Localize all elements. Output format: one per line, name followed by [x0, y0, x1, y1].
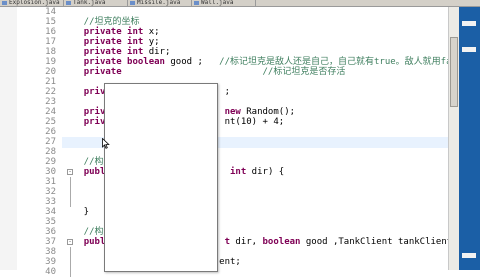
code-text: dir,: [230, 237, 263, 247]
code-line: private //标记坦克是否存活: [62, 67, 346, 77]
code-keyword: private int: [83, 27, 144, 37]
line-number: 33: [45, 197, 56, 207]
code-text: y;: [143, 37, 160, 47]
tab-2[interactable]: Tank.java: [64, 0, 128, 6]
line-number: 35: [45, 217, 56, 227]
line-number: 19: [45, 57, 56, 67]
code-text: dir) {: [246, 167, 285, 177]
line-number: 20: [45, 67, 56, 77]
tab-1[interactable]: Explosion.java: [0, 0, 64, 6]
mouse-pointer-icon: [102, 138, 110, 149]
code-text: good ,TankClient tankClient) {: [305, 237, 448, 247]
editor-tab-bar: Explosion.java Tank.java Missile.java Wall.…: [0, 0, 480, 7]
scrollbar-thumb[interactable]: [450, 37, 458, 107]
line-number: 38: [45, 247, 56, 257]
java-file-icon: [194, 1, 199, 5]
line-number: 37: [45, 237, 56, 247]
code-line: private int y;: [62, 37, 160, 47]
overview-marker[interactable]: [462, 253, 476, 258]
code-keyword: private int: [83, 37, 144, 47]
code-keyword: new: [224, 107, 241, 117]
line-number: 39: [45, 257, 56, 267]
line-number: 26: [45, 127, 56, 137]
tab-label: Explosion.java: [9, 0, 60, 6]
line-number: 27: [45, 137, 56, 147]
line-number: 14: [45, 7, 56, 17]
line-number: 32: [45, 187, 56, 197]
code-text: x;: [143, 27, 160, 37]
code-text: }: [62, 207, 90, 217]
line-number: 16: [45, 27, 56, 37]
code-line: }: [62, 207, 89, 217]
code-line: //坦克的坐标: [62, 17, 140, 27]
line-number: 40: [45, 267, 56, 277]
line-number: 34: [45, 207, 56, 217]
code-keyword: private: [83, 67, 122, 77]
line-number: 18: [45, 47, 56, 57]
tab-4[interactable]: Wall.java: [192, 0, 256, 6]
line-number-gutter: 14 15 16 17 18 19 20 21 22 23 24 25 26 27 28 29 30 31 32 33…: [17, 7, 73, 277]
line-number: 17: [45, 37, 56, 47]
code-line: private int dir;: [62, 47, 171, 57]
tab-label: Missile.java: [137, 0, 181, 6]
code-comment: //标记坦克是敌人还是自己，自己就有true。敌人就用false: [219, 57, 448, 67]
code-text: Random();: [240, 107, 296, 117]
code-line: private boolean good ; //标记坦克是敌人还是自己，自己就…: [62, 57, 448, 67]
java-file-icon: [66, 1, 71, 5]
tab-label: Tank.java: [73, 0, 106, 6]
code-comment: //坦克的坐标: [62, 17, 140, 27]
line-number: 24: [45, 107, 56, 117]
code-text: good ;: [164, 57, 220, 67]
line-number: 15: [45, 17, 56, 27]
java-file-icon: [2, 1, 7, 5]
overview-ruler[interactable]: [459, 7, 480, 270]
java-file-icon: [130, 1, 135, 5]
line-number: 23: [45, 97, 56, 107]
code-keyword: private int: [83, 47, 144, 57]
code-keyword: private boolean: [83, 57, 165, 67]
code-keyword: int: [230, 167, 247, 177]
tab-label: Wall.java: [201, 0, 234, 6]
line-number: 28: [45, 147, 56, 157]
line-number: 36: [45, 227, 56, 237]
code-text: dir;: [143, 47, 171, 57]
vertical-scrollbar[interactable]: [448, 7, 459, 270]
line-number: 22: [45, 87, 56, 97]
code-keyword: boolean: [262, 237, 301, 247]
vertical-ruler: [0, 7, 17, 270]
line-number: 29: [45, 157, 56, 167]
code-comment: //标记坦克是否存活: [262, 67, 346, 77]
line-number: 30: [45, 167, 56, 177]
tab-3[interactable]: Missile.java: [128, 0, 192, 6]
code-line: private int x;: [62, 27, 160, 37]
content-assist-popup[interactable]: [104, 83, 218, 272]
overview-marker[interactable]: [462, 47, 476, 52]
overview-marker[interactable]: [462, 21, 476, 26]
line-number: 25: [45, 117, 56, 127]
line-number: 21: [45, 77, 56, 87]
line-number: 31: [45, 177, 56, 187]
